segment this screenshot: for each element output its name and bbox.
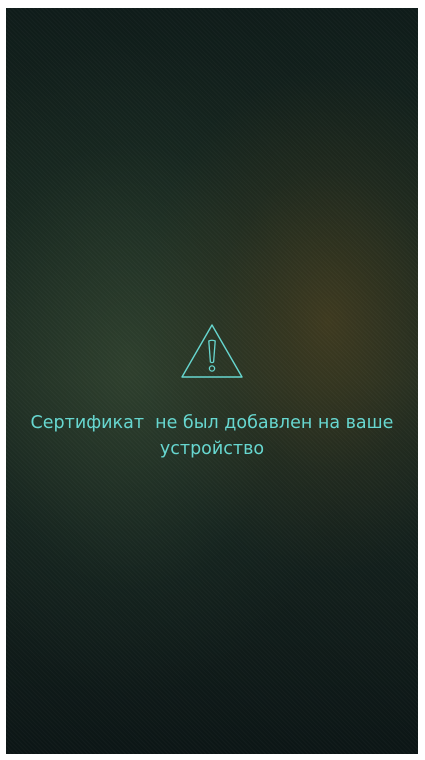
error-screen: Сертификат не был добавлен на ваше устро… (6, 8, 418, 754)
warning-icon (179, 322, 245, 382)
error-content: Сертификат не был добавлен на ваше устро… (6, 322, 418, 462)
error-message: Сертификат не был добавлен на ваше устро… (30, 413, 400, 459)
